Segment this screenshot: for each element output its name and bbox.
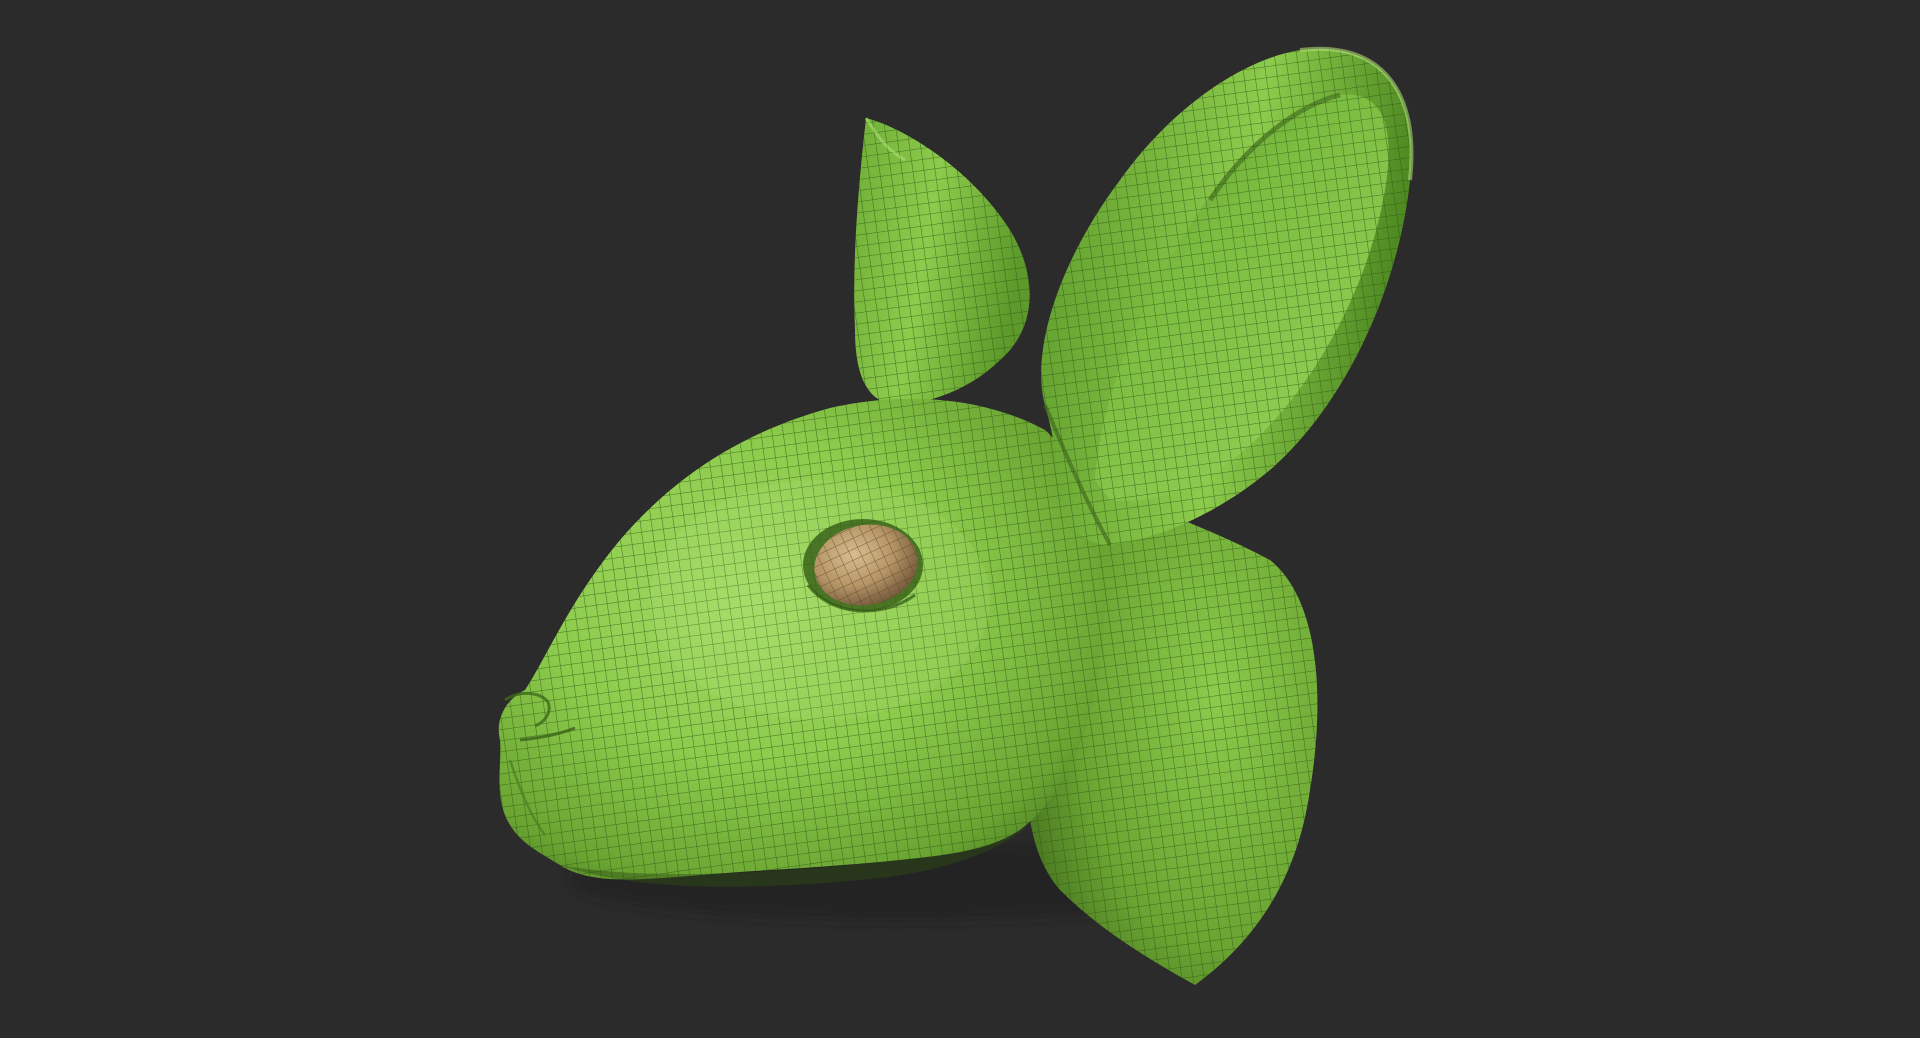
- back-ear: [854, 117, 1030, 406]
- 3d-viewport[interactable]: [0, 0, 1920, 1038]
- rabbit-head-model: [498, 46, 1414, 985]
- head: [498, 398, 1105, 887]
- front-ear: [1041, 46, 1414, 545]
